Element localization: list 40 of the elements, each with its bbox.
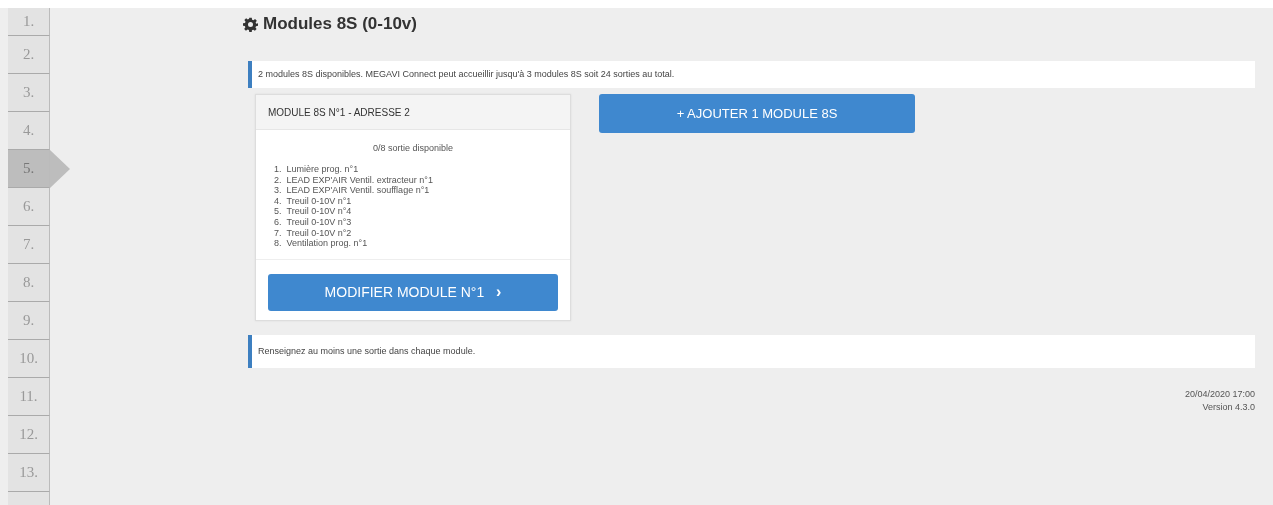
- output-item: LEAD EXP'AIR Ventil. soufflage n°1: [286, 185, 430, 196]
- step-tab[interactable]: 1.: [8, 8, 50, 36]
- list-number: 6.: [274, 216, 282, 228]
- step-tab[interactable]: 13.: [8, 454, 50, 492]
- step-tab[interactable]: 7.: [8, 226, 50, 264]
- step-tab[interactable]: 11.: [8, 378, 50, 416]
- version-text: Version 4.3.0: [1202, 400, 1255, 414]
- step-tab[interactable]: 6.: [8, 188, 50, 226]
- step-tab[interactable]: 4.: [8, 112, 50, 150]
- step-tab[interactable]: 2.: [8, 36, 50, 74]
- list-number: 7.: [274, 227, 282, 239]
- info-message: 2 modules 8S disponibles. MEGAVI Connect peut accueillir jusqu'à 3 modules 8S soit 24 sorties au total.: [248, 61, 1255, 88]
- step-tab[interactable]: 10.: [8, 340, 50, 378]
- list-number: 4.: [274, 195, 282, 207]
- modify-button[interactable]: MODIFIER MODULE N°1 ›: [268, 273, 558, 311]
- step-tab[interactable]: 9.: [8, 302, 50, 340]
- output-item: Ventilation prog. n°1: [286, 238, 368, 249]
- list-number: 3.: [274, 185, 282, 196]
- output-item: Lumière prog. n°1: [286, 164, 359, 175]
- output-item: LEAD EXP'AIR Ventil. extracteur n°1: [286, 174, 433, 186]
- list-number: 5.: [274, 206, 282, 217]
- add-module-button[interactable]: + AJOUTER 1 MODULE 8S: [599, 94, 915, 133]
- step-tab[interactable]: 5.: [8, 150, 50, 188]
- page-title: Modules 8S (0-10v): [263, 14, 417, 34]
- card-header: MODULE 8S N°1 - ADRESSE 2: [256, 95, 570, 130]
- list-number: 2.: [274, 174, 282, 186]
- availability-text: 0/8 sortie disponible: [371, 143, 455, 153]
- step-tab[interactable]: 3.: [8, 74, 50, 112]
- output-item: Treuil 0-10V n°3: [286, 216, 352, 228]
- datetime-text: 20/04/2020 17:00: [1184, 387, 1255, 401]
- list-number: 8.: [274, 238, 282, 249]
- step-tab[interactable]: 12.: [8, 416, 50, 454]
- alert-message: Renseignez au moins une sortie dans chaque module.: [248, 334, 1255, 368]
- gear-icon: [243, 16, 258, 32]
- list-number: 1.: [274, 164, 282, 175]
- output-item: Treuil 0-10V n°4: [286, 206, 352, 217]
- output-item: Treuil 0-10V n°2: [286, 227, 352, 239]
- chevron-icon: ›: [496, 283, 502, 301]
- output-item: Treuil 0-10V n°1: [286, 195, 352, 207]
- step-tab[interactable]: 8.: [8, 264, 50, 302]
